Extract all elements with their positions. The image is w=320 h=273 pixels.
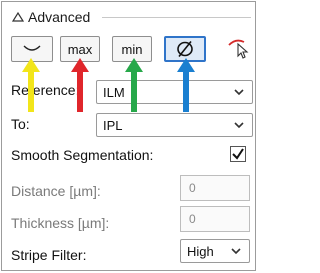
reference-value: ILM (103, 84, 125, 100)
stripe-filter-value: High (187, 243, 214, 259)
to-select[interactable]: IPL (96, 113, 253, 137)
to-label: To: (11, 116, 30, 132)
stripe-filter-select[interactable]: High (180, 239, 250, 263)
stripe-filter-label: Stripe Filter: (11, 247, 87, 263)
advanced-panel: Advanced max min Reference: ILM To: IPL (1, 1, 256, 271)
thickness-label: Thickness [µm]: (11, 215, 110, 231)
smooth-segmentation-label: Smooth Segmentation: (11, 147, 154, 163)
header-divider (102, 17, 251, 18)
max-label: max (67, 41, 93, 57)
collapse-triangle-icon[interactable] (12, 11, 24, 23)
smooth-segmentation-checkbox[interactable] (230, 146, 246, 162)
red-arrow-icon (71, 58, 89, 112)
pointer-icon[interactable] (226, 36, 254, 62)
thickness-input[interactable]: 0 (180, 206, 250, 232)
distance-value: 0 (189, 181, 196, 195)
curve-icon (23, 45, 41, 51)
distance-label: Distance [µm]: (11, 183, 101, 199)
to-value: IPL (103, 117, 123, 133)
section-title: Advanced (28, 9, 91, 25)
thickness-value: 0 (189, 212, 196, 226)
distance-input[interactable]: 0 (180, 175, 250, 201)
section-header[interactable]: Advanced (12, 8, 90, 26)
green-arrow-icon (125, 58, 143, 112)
chevron-down-icon (231, 248, 241, 255)
chevron-down-icon (234, 89, 244, 96)
checkmark-icon (232, 148, 244, 160)
blue-arrow-icon (177, 58, 195, 112)
yellow-arrow-icon (22, 58, 40, 112)
min-label: min (121, 41, 143, 57)
chevron-down-icon (234, 122, 244, 129)
